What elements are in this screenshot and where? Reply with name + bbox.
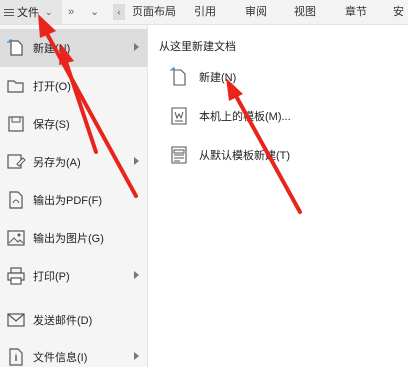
tab-review[interactable]: 审阅 [245, 0, 267, 24]
file-menu-sidebar: 新建(N) 打开(O) 保存(S) 另存为(A) 输出为PDF(F) 输出为图片… [0, 25, 148, 367]
submenu-arrow-icon [134, 271, 139, 279]
save-as-icon [7, 154, 26, 169]
submenu-arrow-icon [134, 157, 139, 165]
submenu-arrow-icon [134, 43, 139, 51]
template-icon [171, 107, 187, 125]
menu-item-label: 打开(O) [33, 81, 71, 93]
submenu-arrow-icon [134, 352, 139, 360]
menu-item-label: 输出为PDF(F) [33, 195, 103, 207]
tab-scroll-left-button[interactable]: ‹ [113, 4, 125, 20]
tab-view[interactable]: 视图 [294, 0, 316, 24]
hamburger-icon [4, 7, 14, 18]
menu-item-label: 发送邮件(D) [33, 315, 93, 327]
menu-item-label: 新建(N) [33, 43, 71, 55]
menu-item-export-pdf[interactable]: 输出为PDF(F) [0, 181, 147, 219]
new-document-panel: 从这里新建文档 新建(N) 本机上的模板(M)... 从默认模板新建(T) [148, 25, 408, 367]
pdf-export-icon [9, 191, 23, 209]
item-label: 本机上的模板(M)... [199, 111, 291, 123]
file-menu-label: 文件 [17, 7, 39, 19]
menu-item-send-mail[interactable]: 发送邮件(D) [0, 301, 147, 339]
file-menu-button[interactable]: 文件 ⌄ [0, 0, 62, 24]
menu-item-save-as[interactable]: 另存为(A) [0, 143, 147, 181]
menu-item-print[interactable]: 打印(P) [0, 257, 147, 295]
mail-icon [7, 313, 25, 327]
item-label: 从默认模板新建(T) [199, 150, 291, 162]
menu-item-label: 保存(S) [33, 119, 70, 131]
panel-title: 从这里新建文档 [159, 41, 236, 53]
menu-item-export-image[interactable]: 输出为图片(G) [0, 219, 147, 257]
more-tabs-icon[interactable]: » [68, 0, 74, 24]
menu-item-file-info[interactable]: 文件信息(I) [0, 338, 147, 376]
menu-item-new[interactable]: 新建(N) [0, 29, 147, 67]
default-template-icon [171, 146, 187, 164]
printer-icon [7, 267, 25, 285]
tab-references[interactable]: 引用 [194, 0, 216, 24]
chevron-down-icon: ⌄ [45, 6, 53, 17]
image-export-icon [7, 230, 25, 246]
tab-chapter[interactable]: 章节 [345, 0, 367, 24]
new-blank-document-item[interactable]: 新建(N) [170, 65, 390, 89]
default-template-item[interactable]: 从默认模板新建(T) [170, 143, 390, 167]
ribbon-tab-bar: 文件 ⌄ » ⌄ ‹ 页面布局 引用 审阅 视图 章节 安全 [0, 0, 408, 42]
file-info-icon [9, 348, 23, 366]
menu-item-label: 打印(P) [33, 271, 70, 283]
menu-item-label: 另存为(A) [33, 157, 81, 169]
folder-open-icon [7, 80, 24, 93]
save-icon [8, 116, 24, 132]
blank-doc-icon [170, 67, 186, 86]
menu-item-label: 输出为图片(G) [33, 233, 104, 245]
menu-item-label: 文件信息(I) [33, 352, 88, 364]
tab-security[interactable]: 安全 [393, 0, 408, 42]
item-label: 新建(N) [199, 72, 237, 84]
dropdown-chevron-icon[interactable]: ⌄ [90, 0, 99, 24]
menu-item-save[interactable]: 保存(S) [0, 105, 147, 143]
tab-page-layout[interactable]: 页面布局 [132, 0, 176, 24]
local-template-item[interactable]: 本机上的模板(M)... [170, 104, 390, 128]
menu-item-open[interactable]: 打开(O) [0, 67, 147, 105]
new-doc-icon [7, 39, 23, 56]
